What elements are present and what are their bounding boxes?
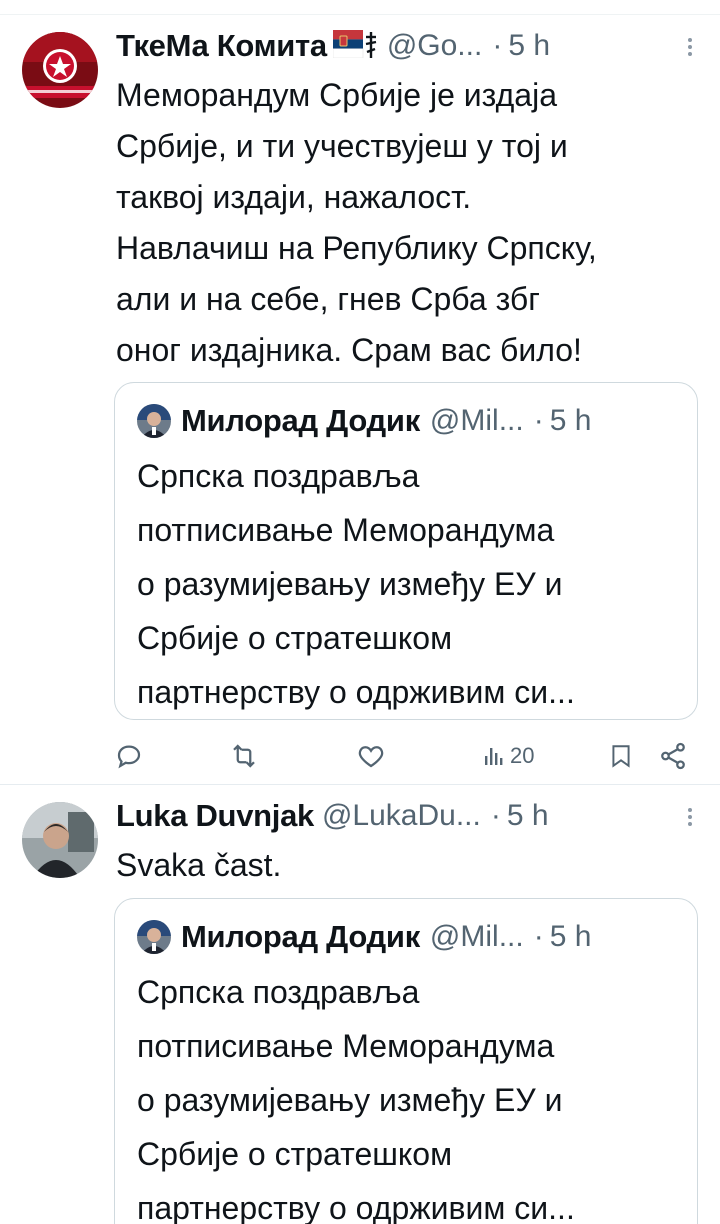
quoted-avatar [137, 920, 171, 954]
timestamp[interactable]: 5 h [507, 799, 549, 833]
quoted-tweet-header: Милорад Додик @Mil... · 5 h [137, 401, 591, 441]
views-count: 20 [510, 743, 535, 768]
more-icon[interactable] [688, 808, 694, 829]
reply-icon[interactable] [114, 738, 144, 774]
quoted-author-name: Милорад Додик [181, 919, 420, 954]
quoted-author-name: Милорад Додик [181, 403, 420, 438]
top-divider [0, 14, 720, 15]
quoted-author-handle: @Mil... [429, 920, 524, 953]
author-name[interactable]: Luka Duvnjak [116, 798, 314, 834]
views-button[interactable]: 20 [482, 738, 534, 774]
separator-dot: · [533, 920, 544, 953]
tweet-text: Меморандум Србије је издаја Србије, и ти… [116, 77, 597, 368]
author-handle[interactable]: @LukaDu... [322, 799, 481, 833]
quoted-timestamp: 5 h [549, 920, 592, 953]
views-icon [485, 748, 503, 765]
separator-dot: · [533, 404, 544, 437]
separator-dot: · [492, 29, 503, 62]
quoted-avatar [137, 404, 171, 438]
quoted-tweet[interactable]: Милорад Додик @Mil... · 5 h Српска поздр… [114, 898, 698, 1224]
author-handle[interactable]: @Go... [387, 29, 482, 63]
share-icon[interactable] [658, 738, 688, 774]
quoted-tweet-text: Српска поздравља потписивање Меморандума… [137, 974, 575, 1224]
author-name[interactable]: ТкеМа Комита [116, 28, 327, 64]
tweet-divider [0, 784, 720, 785]
tweet-text: Svaka čast. [116, 847, 282, 883]
tweet-actions: 20 [114, 738, 694, 774]
serbian-flag-icon [332, 29, 379, 63]
avatar[interactable] [22, 802, 98, 878]
separator-dot: · [490, 799, 501, 832]
bookmark-icon[interactable] [608, 738, 634, 774]
quoted-timestamp: 5 h [549, 404, 592, 437]
tweet-header: Luka Duvnjak @LukaDu... · 5 h [116, 796, 694, 836]
like-icon[interactable] [356, 738, 386, 774]
avatar[interactable] [22, 32, 98, 108]
quoted-author-handle: @Mil... [429, 404, 524, 437]
tweet-header: ТкеМа Комита @Go... · 5 h [116, 26, 694, 66]
quoted-tweet[interactable]: Милорад Додик @Mil... · 5 h Српска поздр… [114, 382, 698, 720]
quoted-tweet-text: Српска поздравља потписивање Меморандума… [137, 458, 575, 710]
timestamp[interactable]: 5 h [508, 29, 550, 63]
retweet-icon[interactable] [228, 738, 260, 774]
quoted-tweet-header: Милорад Додик @Mil... · 5 h [137, 917, 591, 957]
more-icon[interactable] [688, 38, 694, 59]
